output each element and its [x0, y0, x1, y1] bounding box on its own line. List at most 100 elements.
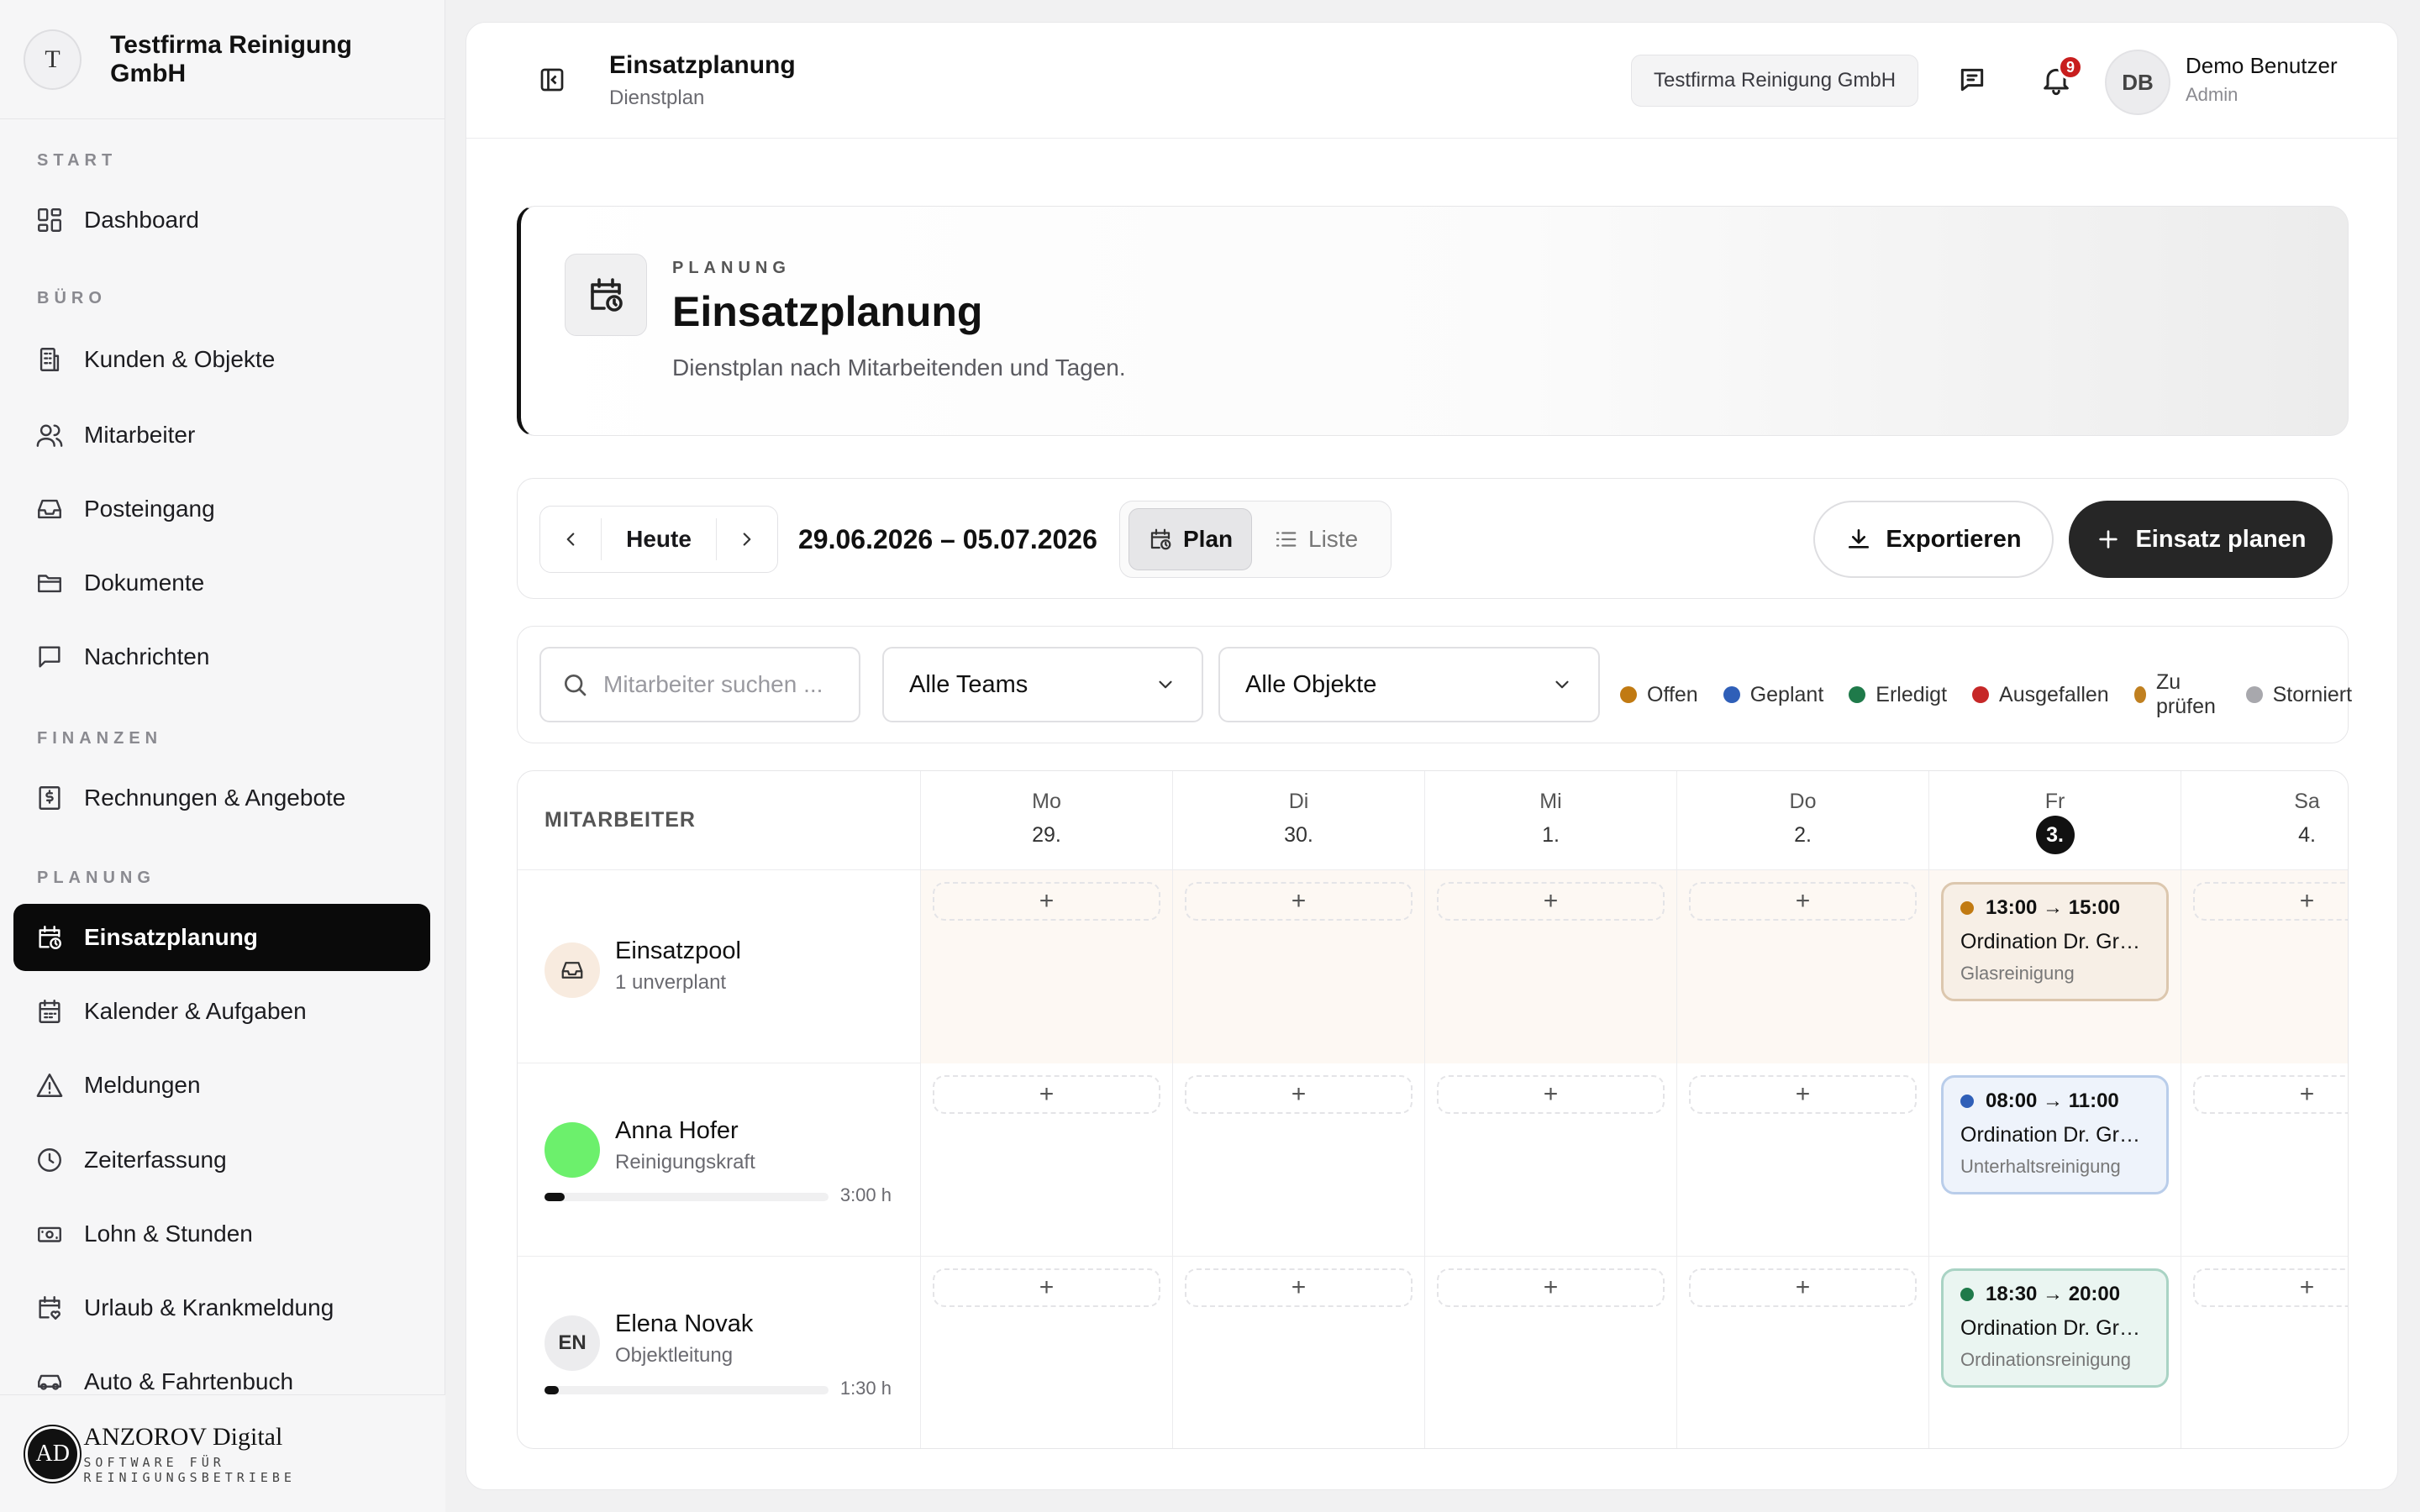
shift-card[interactable]: 18:30 → 20:00 Ordination Dr. Grub... Ordin…: [1941, 1268, 2169, 1388]
sidebar-item-label: Dokumente: [84, 570, 205, 596]
employee-name: Einsatzpool: [615, 937, 741, 964]
search-box: [539, 647, 860, 722]
sidebar-item-kalender[interactable]: Kalender & Aufgaben: [13, 978, 430, 1045]
brand-name: ANZOROV Digital: [83, 1422, 283, 1451]
day-header: Sa 4.: [2181, 771, 2348, 870]
list-icon: [1276, 532, 1297, 547]
sidebar-item-kunden[interactable]: Kunden & Objekte: [13, 326, 430, 393]
add-shift-button[interactable]: +: [1437, 1268, 1665, 1307]
employee-name: Elena Novak: [615, 1310, 754, 1337]
employee-cell[interactable]: Einsatzpool 1 unverplant: [518, 870, 921, 1063]
day-cell: +: [1677, 1063, 1929, 1257]
view-plan-button[interactable]: Plan: [1128, 508, 1253, 570]
add-shift-button[interactable]: +: [1437, 1075, 1665, 1114]
sidebar-item-dashboard[interactable]: Dashboard: [13, 186, 430, 254]
add-shift-button[interactable]: +: [1185, 1268, 1413, 1307]
user-avatar[interactable]: DB: [2105, 50, 2170, 115]
employee-name: Anna Hofer: [615, 1117, 739, 1144]
sidebar-item-rechnungen[interactable]: Rechnungen & Angebote: [13, 764, 430, 832]
shift-card[interactable]: 08:00 → 11:00 Ordination Dr. Grub... Unter…: [1941, 1075, 2169, 1194]
day-name: Mo: [1032, 790, 1061, 813]
objects-select-value: Alle Objekte: [1245, 670, 1377, 698]
day-header: Mi 1.: [1425, 771, 1677, 870]
add-shift-button[interactable]: +: [2193, 882, 2348, 921]
hero-description: Dienstplan nach Mitarbeitenden und Tagen…: [672, 354, 1126, 381]
hours-label: 1:30 h: [839, 1378, 892, 1399]
add-shift-button[interactable]: +: [933, 882, 1160, 921]
add-shift-button[interactable]: +: [1437, 882, 1665, 921]
status-dot: [1960, 1095, 1974, 1108]
employee-role: 1 unverplant: [615, 971, 727, 994]
add-shift-button[interactable]: +: [2193, 1268, 2348, 1307]
objects-select[interactable]: Alle Objekte: [1218, 647, 1600, 722]
inbox-icon: [544, 942, 600, 998]
legend-item: Offen: [1620, 683, 1698, 707]
plan-assignment-button[interactable]: Einsatz planen: [2069, 501, 2333, 578]
employee-search-input[interactable]: [603, 671, 847, 698]
avatar: [544, 1122, 600, 1178]
notification-badge: 9: [2058, 55, 2083, 80]
chevron-left-icon: [566, 533, 575, 546]
teams-select[interactable]: Alle Teams: [882, 647, 1203, 722]
employee-cell[interactable]: Anna Hofer Reinigungskraft 3:00 h: [518, 1063, 921, 1257]
chevron-down-icon: [1555, 680, 1569, 689]
plus-icon: [2099, 530, 2118, 549]
user-menu[interactable]: Demo Benutzer Admin: [2186, 53, 2338, 106]
invoice-icon: [35, 784, 64, 812]
shift-time: 13:00 → 15:00: [1960, 896, 2149, 920]
sidebar-item-urlaub[interactable]: Urlaub & Krankmeldung: [13, 1274, 430, 1341]
sidebar-item-lohn[interactable]: Lohn & Stunden: [13, 1200, 430, 1268]
next-week-button[interactable]: [717, 507, 777, 572]
shift-object: Ordination Dr. Grub...: [1960, 1123, 2149, 1147]
hours-label: 3:00 h: [839, 1184, 892, 1205]
today-button[interactable]: Heute: [601, 518, 717, 560]
sidebar-item-posteingang[interactable]: Posteingang: [13, 475, 430, 543]
calendar-clock-icon: [1150, 528, 1171, 550]
view-list-button[interactable]: Liste: [1255, 508, 1376, 570]
avatar: EN: [544, 1315, 600, 1371]
add-shift-button[interactable]: +: [933, 1268, 1160, 1307]
hours-progress-fill: [544, 1386, 559, 1394]
sidebar-item-nachrichten[interactable]: Nachrichten: [13, 623, 430, 690]
building-icon: [35, 345, 64, 374]
brand-tagline: SOFTWARE FÜR REINIGUNGSBETRIEBE: [83, 1454, 296, 1485]
sidebar-item-label: Posteingang: [84, 496, 215, 522]
notifications-button[interactable]: 9: [2039, 55, 2083, 97]
sidebar-toggle-button[interactable]: [537, 65, 567, 95]
shift-time: 08:00 → 11:00: [1960, 1089, 2149, 1113]
schedule-row: EN Elena Novak Objektleitung 1:30 h + + + +18:3…: [518, 1257, 2348, 1448]
sidebar-item-zeiterfassung[interactable]: Zeiterfassung: [13, 1126, 430, 1194]
messages-button[interactable]: [1955, 63, 1989, 97]
status-dot: [2133, 686, 2146, 703]
add-shift-button[interactable]: +: [1185, 882, 1413, 921]
day-cell: +: [1677, 1257, 1929, 1448]
export-button[interactable]: Exportieren: [1813, 501, 2054, 578]
week-navigation: Heute: [539, 506, 778, 573]
add-shift-button[interactable]: +: [933, 1075, 1160, 1114]
status-dot: [1960, 901, 1974, 915]
shift-service-type: Unterhaltsreinigung: [1960, 1156, 2121, 1177]
add-shift-button[interactable]: +: [1689, 882, 1917, 921]
sidebar-item-einsatzplanung[interactable]: Einsatzplanung: [13, 904, 430, 971]
add-shift-button[interactable]: +: [1689, 1268, 1917, 1307]
shift-card[interactable]: 13:00 → 15:00 Ordination Dr. Grub... Glasr…: [1941, 882, 2169, 1001]
add-shift-button[interactable]: +: [1689, 1075, 1917, 1114]
employee-cell[interactable]: EN Elena Novak Objektleitung 1:30 h: [518, 1257, 921, 1448]
sidebar-item-mitarbeiter[interactable]: Mitarbeiter: [13, 402, 430, 469]
section-buero: BÜRO: [37, 289, 107, 307]
message-icon: [35, 643, 64, 671]
previous-week-button[interactable]: [540, 507, 601, 572]
sidebar-item-dokumente[interactable]: Dokumente: [13, 549, 430, 617]
day-header: Fr 3.: [1929, 771, 2181, 870]
add-shift-button[interactable]: +: [1185, 1075, 1413, 1114]
status-legend: Offen Geplant Erledigt Ausgefallen Zu prüfen…: [1620, 670, 2377, 719]
add-shift-button[interactable]: +: [2193, 1075, 2348, 1114]
sidebar-item-meldungen[interactable]: Meldungen: [13, 1052, 430, 1119]
status-dot: [1960, 1288, 1974, 1301]
company-chip[interactable]: Testfirma Reinigung GmbH: [1631, 55, 1919, 107]
page-header-card: PLANUNG Einsatzplanung Dienstplan nach M…: [517, 206, 2349, 436]
search-icon: [565, 675, 587, 696]
sidebar-item-label: Mitarbeiter: [84, 422, 196, 448]
company-switcher[interactable]: T Testfirma Reinigung GmbH: [0, 0, 445, 119]
folder-icon: [35, 569, 64, 597]
